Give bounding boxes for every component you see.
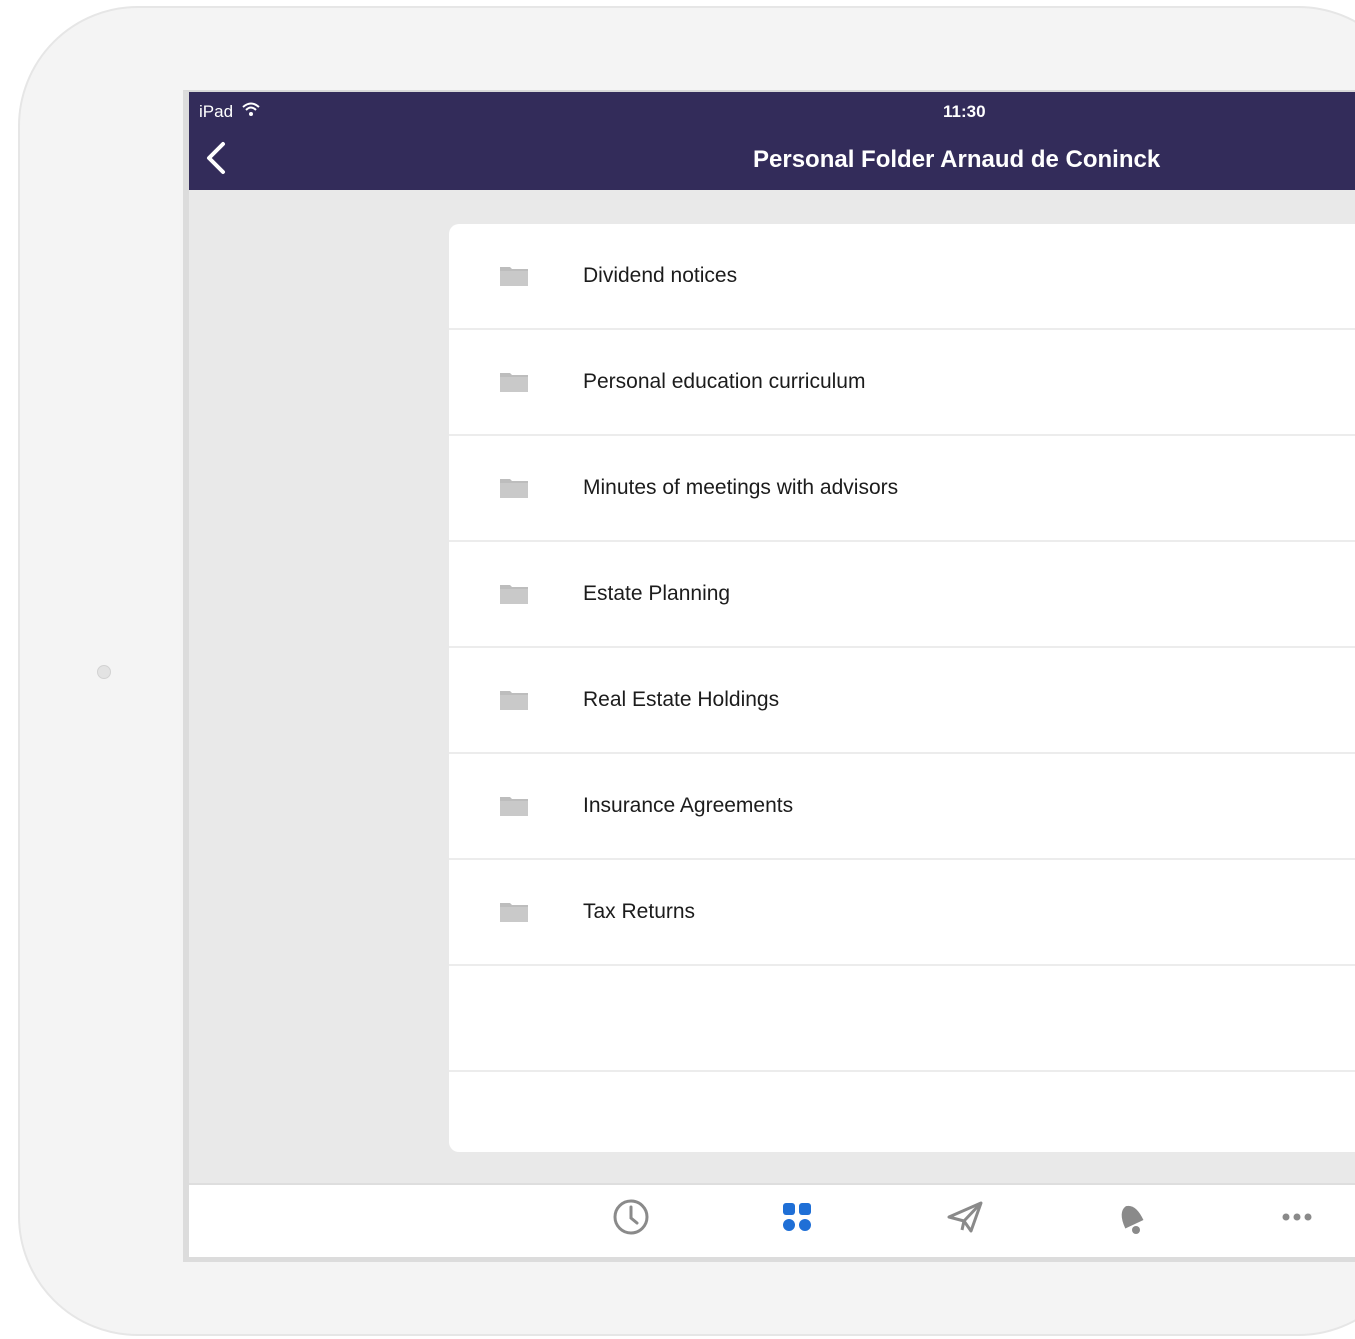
tab-more[interactable] — [1275, 1195, 1319, 1239]
navigation-bar: iPad 11:30 Personal Folder Arnaud de Con… — [189, 92, 1355, 190]
more-icon — [1282, 1213, 1312, 1221]
folder-label: Estate Planning — [583, 582, 731, 605]
page-title: Personal Folder Arnaud de Coninck — [753, 146, 1161, 173]
grid-icon — [783, 1203, 811, 1231]
folder-icon — [500, 479, 528, 498]
empty-row — [449, 966, 1355, 1072]
folder-label: Personal education curriculum — [583, 370, 866, 393]
folder-row[interactable]: Real Estate Holdings — [449, 648, 1355, 754]
folder-row[interactable]: Minutes of meetings with advisors — [449, 436, 1355, 542]
tab-notifications[interactable] — [1109, 1195, 1153, 1239]
folder-list: Dividend notices Personal education curr… — [449, 224, 1355, 1152]
folder-row[interactable]: Personal education curriculum — [449, 330, 1355, 436]
folder-icon — [500, 691, 528, 710]
status-device-name: iPad — [199, 102, 234, 121]
folder-row[interactable]: Dividend notices — [449, 224, 1355, 330]
paper-plane-icon — [947, 1201, 983, 1233]
folder-label: Insurance Agreements — [583, 794, 794, 817]
tab-recent[interactable] — [609, 1195, 653, 1239]
app-screen: iPad 11:30 Personal Folder Arnaud de Con… — [183, 90, 1355, 1262]
folder-row[interactable]: Tax Returns — [449, 860, 1355, 966]
folder-row[interactable]: Estate Planning — [449, 542, 1355, 648]
folder-label: Tax Returns — [583, 900, 696, 923]
folder-icon — [500, 797, 528, 816]
tab-send[interactable] — [943, 1195, 987, 1239]
folder-label: Real Estate Holdings — [583, 688, 780, 711]
folder-icon — [500, 373, 528, 392]
tab-bar — [189, 1183, 1355, 1257]
folder-label: Dividend notices — [583, 264, 738, 287]
bell-icon — [1121, 1205, 1144, 1234]
folder-icon — [500, 267, 528, 286]
folder-label: Minutes of meetings with advisors — [583, 476, 899, 499]
camera-dot — [97, 665, 111, 679]
wifi-icon — [242, 102, 260, 116]
tab-dashboard[interactable] — [775, 1195, 819, 1239]
status-time: 11:30 — [943, 102, 986, 121]
folder-icon — [500, 585, 528, 604]
folder-icon — [500, 903, 528, 922]
folder-row[interactable]: Insurance Agreements — [449, 754, 1355, 860]
chevron-left-icon[interactable] — [203, 140, 229, 176]
clock-icon — [613, 1199, 649, 1235]
empty-row — [449, 1072, 1355, 1152]
